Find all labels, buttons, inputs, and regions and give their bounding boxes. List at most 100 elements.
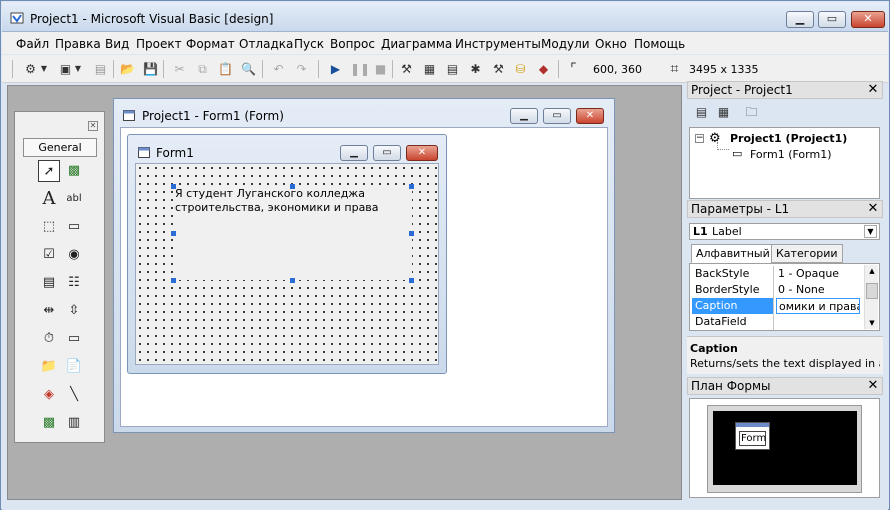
- open-folder-icon[interactable]: 📂: [119, 61, 136, 77]
- dropdown-arrow-icon[interactable]: ▼: [74, 61, 82, 77]
- add-project-icon[interactable]: ⚙: [22, 61, 39, 77]
- textbox-tool-icon[interactable]: abl: [63, 188, 85, 210]
- toolbox-close-icon[interactable]: ✕: [88, 121, 98, 131]
- timer-tool-icon[interactable]: ⏱: [38, 328, 60, 350]
- menu-editor-icon[interactable]: ▤: [92, 61, 109, 77]
- form-position-preview[interactable]: Form: [735, 422, 770, 450]
- hscrollbar-tool-icon[interactable]: ⇹: [38, 300, 60, 322]
- break-icon[interactable]: ❚❚: [350, 61, 370, 77]
- copy-icon[interactable]: ⧉: [194, 61, 211, 77]
- tab-alphabetic[interactable]: Алфавитный: [691, 244, 775, 263]
- designer-maximize-button[interactable]: ▭: [543, 108, 571, 124]
- form1-client-area[interactable]: Я студент Луганского колледжа строительс…: [135, 163, 439, 365]
- menu-window[interactable]: Окно: [595, 37, 627, 51]
- chevron-down-icon[interactable]: ▼: [864, 225, 877, 238]
- tab-categorized[interactable]: Категории: [771, 244, 843, 263]
- form1-maximize-button[interactable]: ▭: [373, 145, 401, 161]
- drivelistbox-tool-icon[interactable]: ▭: [63, 328, 85, 350]
- close-button[interactable]: ✕: [851, 11, 885, 28]
- property-row-selected[interactable]: Caption омики и права: [690, 298, 860, 314]
- resize-handle[interactable]: [171, 184, 176, 189]
- menu-help[interactable]: Помощь: [634, 37, 685, 51]
- label-l1[interactable]: Я студент Луганского колледжа строительс…: [173, 186, 412, 280]
- menu-file[interactable]: Файл: [16, 37, 49, 51]
- end-icon[interactable]: ■: [372, 61, 389, 77]
- property-row[interactable]: BackStyle 1 - Opaque: [690, 266, 860, 282]
- property-value[interactable]: 0 - None: [776, 282, 860, 298]
- checkbox-tool-icon[interactable]: ☑: [38, 244, 60, 266]
- menu-debug[interactable]: Отладка: [239, 37, 293, 51]
- project-explorer-icon[interactable]: ⚒: [398, 61, 415, 77]
- shape-tool-icon[interactable]: ◈: [38, 384, 60, 406]
- resize-handle[interactable]: [290, 184, 295, 189]
- resize-handle[interactable]: [171, 231, 176, 236]
- data-view-icon[interactable]: ⛁: [512, 61, 529, 77]
- menu-edit[interactable]: Правка: [55, 37, 101, 51]
- object-selector-combo[interactable]: L1 Label ▼: [689, 223, 880, 240]
- pointer-tool-icon[interactable]: ➚: [38, 160, 60, 182]
- tree-form1-node[interactable]: Form1 (Form1): [750, 148, 832, 161]
- view-object-icon[interactable]: ▦: [715, 104, 732, 120]
- designer-minimize-button[interactable]: ▁: [510, 108, 538, 124]
- project-explorer-close-icon[interactable]: ✕: [866, 82, 880, 98]
- object-browser-icon[interactable]: ✱: [467, 61, 484, 77]
- form1-minimize-button[interactable]: ▁: [340, 145, 368, 161]
- menu-run[interactable]: Пуск: [294, 37, 324, 51]
- toolbox-tab-general[interactable]: General: [23, 138, 97, 157]
- commandbutton-tool-icon[interactable]: ▭: [63, 216, 85, 238]
- combobox-tool-icon[interactable]: ▤: [38, 272, 60, 294]
- picturebox-tool-icon[interactable]: ▩: [63, 160, 85, 182]
- image-tool-icon[interactable]: ▩: [38, 412, 60, 434]
- tree-project-root[interactable]: Project1 (Project1): [730, 132, 847, 145]
- property-value[interactable]: [776, 314, 860, 330]
- component-manager-icon[interactable]: ◆: [535, 61, 552, 77]
- properties-close-icon[interactable]: ✕: [866, 201, 880, 217]
- find-icon[interactable]: 🔍: [240, 61, 257, 77]
- designer-close-button[interactable]: ✕: [576, 108, 604, 124]
- form1-close-button[interactable]: ✕: [406, 145, 438, 161]
- menu-tools[interactable]: Инструменты: [455, 37, 541, 51]
- optionbutton-tool-icon[interactable]: ◉: [63, 244, 85, 266]
- menu-format[interactable]: Формат: [186, 37, 235, 51]
- start-icon[interactable]: ▶: [327, 61, 344, 77]
- properties-window-icon[interactable]: ▦: [421, 61, 438, 77]
- scroll-thumb[interactable]: [866, 283, 878, 299]
- redo-icon[interactable]: ↷: [293, 61, 310, 77]
- maximize-button[interactable]: ▭: [818, 11, 846, 28]
- menu-query[interactable]: Вопрос: [330, 37, 375, 51]
- property-row[interactable]: BorderStyle 0 - None: [690, 282, 860, 298]
- filelistbox-tool-icon[interactable]: 📄: [63, 356, 85, 378]
- frame-tool-icon[interactable]: ⬚: [38, 216, 60, 238]
- resize-handle[interactable]: [171, 278, 176, 283]
- save-icon[interactable]: 💾: [142, 61, 159, 77]
- label-tool-icon[interactable]: A: [38, 188, 60, 210]
- dirlistbox-tool-icon[interactable]: 📁: [38, 356, 60, 378]
- property-value-input[interactable]: омики и права: [776, 298, 860, 314]
- property-value[interactable]: 1 - Opaque: [776, 266, 860, 282]
- resize-handle[interactable]: [409, 231, 414, 236]
- toggle-folders-icon[interactable]: 🗀: [743, 104, 760, 120]
- property-row[interactable]: DataField: [690, 314, 860, 330]
- undo-icon[interactable]: ↶: [270, 61, 287, 77]
- listbox-tool-icon[interactable]: ☷: [63, 272, 85, 294]
- menu-view[interactable]: Вид: [105, 37, 129, 51]
- view-code-icon[interactable]: ▤: [693, 104, 710, 120]
- data-tool-icon[interactable]: ▥: [63, 412, 85, 434]
- line-tool-icon[interactable]: ╲: [63, 384, 85, 406]
- collapse-icon[interactable]: −: [695, 134, 704, 143]
- menu-project[interactable]: Проект: [136, 37, 182, 51]
- cut-icon[interactable]: ✂: [171, 61, 188, 77]
- form-layout-close-icon[interactable]: ✕: [866, 378, 880, 394]
- paste-icon[interactable]: 📋: [217, 61, 234, 77]
- add-form-icon[interactable]: ▣: [57, 61, 74, 77]
- property-scrollbar[interactable]: ▲ ▼: [864, 265, 878, 329]
- form1-window[interactable]: Form1 ▁ ▭ ✕ Я студент Луганского колледж…: [127, 134, 447, 374]
- form-layout-icon[interactable]: ▤: [444, 61, 461, 77]
- minimize-button[interactable]: ▁: [786, 11, 814, 28]
- dropdown-arrow-icon[interactable]: ▼: [40, 61, 48, 77]
- resize-handle[interactable]: [290, 278, 295, 283]
- vscrollbar-tool-icon[interactable]: ⇳: [63, 300, 85, 322]
- scroll-up-icon[interactable]: ▲: [866, 265, 878, 277]
- toolbox-icon[interactable]: ⚒: [490, 61, 507, 77]
- resize-handle[interactable]: [409, 278, 414, 283]
